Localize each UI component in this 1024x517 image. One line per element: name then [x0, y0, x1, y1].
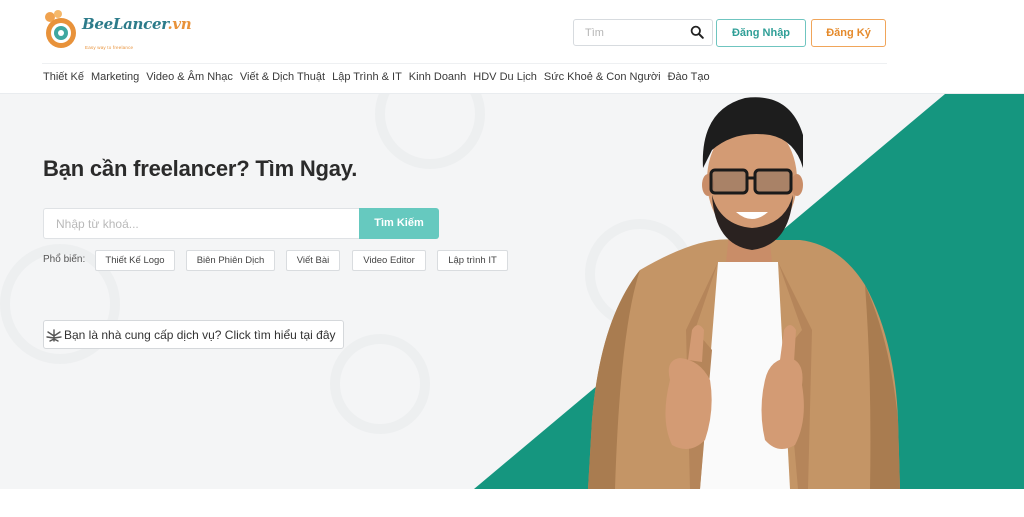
main-search [43, 208, 359, 239]
popular-tag-lap-trinh-it[interactable]: Lập trình IT [437, 250, 508, 271]
hero-title: Bạn cần freelancer? Tìm Ngay. [43, 156, 358, 181]
nav-item-lap-trinh-it[interactable]: Lập Trình & IT [332, 71, 402, 87]
bee-logo-icon [45, 10, 76, 48]
nav-item-thiet-ke[interactable]: Thiết Kế [43, 71, 84, 87]
header-search-input[interactable] [574, 20, 684, 45]
site-header: BeeLancer.vn Easy way to freelance Đăng … [0, 0, 1024, 94]
popular-tag-viet-bai[interactable]: Viết Bài [286, 250, 340, 271]
brand-name: BeeLancer [82, 15, 168, 33]
cannabis-leaf-icon [46, 329, 62, 342]
magnifier-icon[interactable] [690, 25, 704, 39]
teal-triangle [474, 94, 1024, 489]
login-button[interactable]: Đăng Nhập [716, 19, 806, 47]
header-search [573, 19, 713, 46]
popular-label: Phổ biến: [43, 254, 86, 265]
nav-item-suc-khoe[interactable]: Sức Khoẻ & Con Người [544, 71, 661, 87]
nav-item-marketing[interactable]: Marketing [91, 71, 139, 87]
provider-link[interactable]: Bạn là nhà cung cấp dịch vụ? Click tìm h… [43, 320, 344, 349]
nav-divider [42, 63, 887, 64]
register-button[interactable]: Đăng Ký [811, 19, 886, 47]
nav-item-viet-dich-thuat[interactable]: Viết & Dịch Thuật [240, 71, 325, 87]
hero-background [0, 94, 1024, 489]
hero-section [0, 94, 1024, 489]
main-search-input[interactable] [44, 209, 359, 238]
category-nav: Thiết Kế Marketing Video & Âm Nhạc Viết … [43, 71, 717, 87]
page-bottom-strip [0, 489, 1024, 517]
brand-tagline: Easy way to freelance [85, 45, 134, 50]
popular-tag-video-editor[interactable]: Video Editor [352, 250, 426, 271]
search-button[interactable]: Tìm Kiếm [359, 208, 439, 239]
popular-tag-thiet-ke-logo[interactable]: Thiết Kế Logo [95, 250, 175, 271]
nav-item-video-am-nhac[interactable]: Video & Âm Nhạc [146, 71, 233, 87]
nav-item-dao-tao[interactable]: Đào Tạo [668, 71, 710, 87]
popular-tag-bien-phien-dich[interactable]: Biên Phiên Dịch [186, 250, 275, 271]
brand-logo[interactable]: BeeLancer.vn Easy way to freelance [42, 8, 192, 54]
brand-suffix: .vn [167, 15, 192, 33]
nav-item-kinh-doanh[interactable]: Kinh Doanh [409, 71, 467, 87]
nav-item-hdv-du-lich[interactable]: HDV Du Lịch [473, 71, 537, 87]
provider-link-text: Bạn là nhà cung cấp dịch vụ? Click tìm h… [64, 328, 336, 342]
